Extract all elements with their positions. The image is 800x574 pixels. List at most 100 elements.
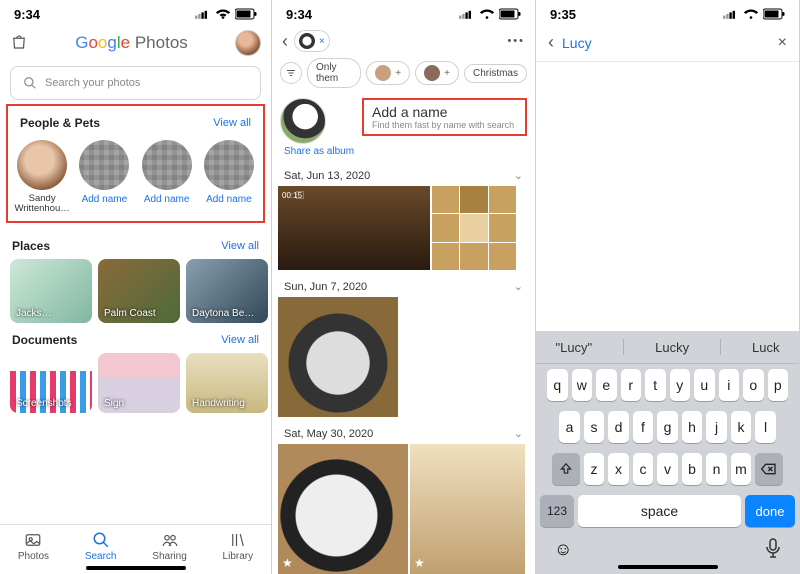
clear-icon[interactable]: × (778, 34, 787, 52)
share-as-album[interactable]: Share as album (280, 146, 354, 157)
keyboard: "Lucy" Lucky Luck qwertyuiop asdfghjkl z… (536, 331, 799, 574)
pet-avatar-icon (299, 33, 315, 49)
key-i[interactable]: i (719, 369, 740, 401)
backspace-icon (761, 462, 777, 476)
person-icon (375, 65, 391, 81)
key-q[interactable]: q (547, 369, 568, 401)
filter-button[interactable] (280, 62, 302, 84)
name-input[interactable] (562, 35, 770, 51)
add-name-link[interactable]: Add name (139, 194, 195, 205)
key-x[interactable]: x (608, 453, 629, 485)
status-indicators (195, 6, 257, 22)
place-item[interactable]: Daytona Be… (186, 259, 268, 323)
shopping-bag-icon[interactable] (10, 33, 28, 54)
chip-christmas[interactable]: Christmas (464, 64, 527, 83)
key-o[interactable]: o (743, 369, 764, 401)
add-name-highlight[interactable]: Add a name Find them fast by name with s… (362, 98, 527, 136)
home-indicator[interactable] (618, 565, 718, 569)
key-n[interactable]: n (706, 453, 727, 485)
key-z[interactable]: z (584, 453, 605, 485)
shift-key[interactable] (552, 453, 580, 485)
key-p[interactable]: p (768, 369, 789, 401)
add-name-link[interactable]: Add name (201, 194, 257, 205)
person-item[interactable]: Add name (139, 140, 195, 215)
mic-key[interactable] (765, 538, 781, 561)
key-l[interactable]: l (755, 411, 776, 443)
chip-only-them[interactable]: Only them (307, 58, 361, 88)
key-m[interactable]: m (731, 453, 752, 485)
chevron-down-icon[interactable]: ⌄ (514, 280, 523, 293)
date-header: Sat, May 30, 2020 (284, 428, 373, 440)
person-item[interactable]: Add name (76, 140, 132, 215)
chevron-down-icon[interactable]: ⌄ (514, 169, 523, 182)
tab-photos[interactable]: Photos (18, 531, 49, 562)
person-icon (424, 65, 440, 81)
chevron-down-icon[interactable]: ⌄ (514, 427, 523, 440)
status-indicators (723, 6, 785, 22)
done-key[interactable]: done (745, 495, 795, 527)
chip-add-person[interactable]: + (415, 61, 459, 85)
emoji-key[interactable]: ☺ (554, 539, 572, 560)
account-avatar[interactable] (235, 30, 261, 56)
key-f[interactable]: f (633, 411, 654, 443)
key-c[interactable]: c (633, 453, 654, 485)
view-all-places[interactable]: View all (221, 240, 259, 252)
search-input[interactable]: Search your photos (10, 66, 261, 100)
view-all-people[interactable]: View all (213, 117, 251, 129)
back-button[interactable]: ‹ (282, 31, 288, 52)
photo-thumbnail[interactable] (432, 186, 516, 270)
close-icon[interactable]: × (319, 36, 325, 47)
pet-hero-avatar[interactable] (280, 98, 326, 144)
add-name-link[interactable]: Add name (76, 194, 132, 205)
view-all-documents[interactable]: View all (221, 334, 259, 346)
photo-thumbnail[interactable]: ★ (410, 444, 525, 574)
selected-face-chip[interactable]: × (294, 30, 330, 52)
key-g[interactable]: g (657, 411, 678, 443)
tab-sharing[interactable]: Sharing (152, 531, 186, 562)
battery-icon (499, 8, 521, 20)
filter-icon (285, 67, 297, 79)
key-t[interactable]: t (645, 369, 666, 401)
section-title-people: People & Pets (20, 116, 100, 130)
chip-add-person[interactable]: + (366, 61, 410, 85)
suggestion[interactable]: "Lucy" (555, 340, 592, 355)
photo-thumbnail[interactable]: 00:15 ⃞ (278, 186, 430, 270)
photo-thumbnail[interactable]: ★ (278, 444, 408, 574)
battery-icon (235, 8, 257, 20)
key-e[interactable]: e (596, 369, 617, 401)
key-v[interactable]: v (657, 453, 678, 485)
place-item[interactable]: Jacks… (10, 259, 92, 323)
key-j[interactable]: j (706, 411, 727, 443)
suggestion[interactable]: Luck (752, 340, 779, 355)
key-a[interactable]: a (559, 411, 580, 443)
document-item[interactable]: Sign (98, 353, 180, 413)
add-name-title: Add a name (372, 104, 517, 120)
numbers-key[interactable]: 123 (540, 495, 574, 527)
home-indicator[interactable] (86, 566, 186, 570)
key-k[interactable]: k (731, 411, 752, 443)
key-s[interactable]: s (584, 411, 605, 443)
person-item[interactable]: Sandy Writtenhou… (14, 140, 70, 215)
space-key[interactable]: space (578, 495, 741, 527)
more-options-icon[interactable]: ••• (507, 35, 525, 47)
person-item[interactable]: Add name (201, 140, 257, 215)
key-y[interactable]: y (670, 369, 691, 401)
tab-library[interactable]: Library (223, 531, 254, 562)
back-button[interactable]: ‹ (548, 32, 554, 53)
signal-icon (195, 6, 211, 22)
backspace-key[interactable] (755, 453, 783, 485)
key-u[interactable]: u (694, 369, 715, 401)
place-item[interactable]: Palm Coast (98, 259, 180, 323)
key-h[interactable]: h (682, 411, 703, 443)
tab-search[interactable]: Search (85, 531, 117, 562)
key-d[interactable]: d (608, 411, 629, 443)
tab-bar: Photos Search Sharing Library (0, 524, 271, 564)
key-r[interactable]: r (621, 369, 642, 401)
key-w[interactable]: w (572, 369, 593, 401)
photo-thumbnail[interactable] (278, 297, 398, 417)
suggestion[interactable]: Lucky (655, 340, 689, 355)
document-item[interactable]: Screenshots (10, 353, 92, 413)
document-item[interactable]: Handwriting (186, 353, 268, 413)
divider (623, 339, 624, 355)
key-b[interactable]: b (682, 453, 703, 485)
